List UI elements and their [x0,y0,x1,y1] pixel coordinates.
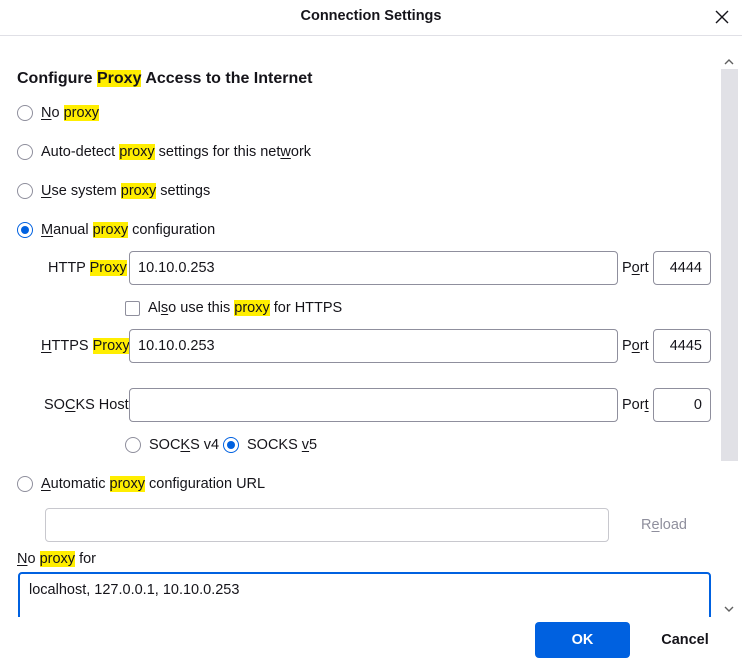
radio-label: Auto-detect proxy settings for this netw… [41,144,312,160]
radio-auto-url[interactable]: Automatic proxy configuration URL [17,473,265,495]
radio-button[interactable] [17,183,33,199]
radio-use-system[interactable]: Use system proxy settings [17,180,210,202]
http-proxy-input[interactable]: 10.10.0.253 [129,251,618,285]
https-port-input[interactable]: 4445 [653,329,711,363]
scroll-thumb[interactable] [721,69,738,461]
http-port-input[interactable]: 4444 [653,251,711,285]
https-proxy-label: HTTPS Proxy [41,338,130,354]
reload-button[interactable]: Reload [641,517,687,533]
http-port-label: Port [622,260,649,276]
cancel-button[interactable]: Cancel [641,622,729,658]
http-proxy-label: HTTP Proxy [48,260,127,276]
radio-button-checked[interactable] [17,222,33,238]
dialog-content: Configure Proxy Access to the Internet N… [0,37,720,617]
radio-label: Manual proxy configuration [41,222,216,238]
section-heading: Configure Proxy Access to the Internet [17,70,313,87]
radio-button-checked[interactable] [223,437,239,453]
no-proxy-for-textarea[interactable]: localhost, 127.0.0.1, 10.10.0.253 [18,572,711,617]
chevron-up-icon[interactable] [722,54,736,68]
radio-label: SOCKS v4 [149,437,220,453]
radio-auto-detect[interactable]: Auto-detect proxy settings for this netw… [17,141,311,163]
radio-button[interactable] [17,476,33,492]
chevron-down-icon[interactable] [722,602,736,616]
radio-button[interactable] [125,437,141,453]
checkbox-label: Also use this proxy for HTTPS [148,300,343,316]
radio-label: No proxy [41,105,100,121]
scrollbar[interactable] [720,37,742,617]
checkbox[interactable] [125,300,140,316]
radio-no-proxy[interactable]: No proxy [17,102,100,124]
socks-host-input[interactable] [129,388,618,422]
ok-button[interactable]: OK [535,622,630,658]
dialog-titlebar: Connection Settings [0,0,742,36]
radio-button[interactable] [17,105,33,121]
socks-port-input[interactable]: 0 [653,388,711,422]
radio-socks-v5[interactable]: SOCKS v5 [223,434,317,456]
radio-socks-v4[interactable]: SOCKS v4 [125,434,219,456]
socks-host-label: SOCKS Host [44,397,129,413]
radio-button[interactable] [17,144,33,160]
radio-label: SOCKS v5 [247,437,318,453]
https-port-label: Port [622,338,649,354]
no-proxy-for-label: No proxy for [17,551,96,567]
close-icon[interactable] [710,5,734,29]
socks-port-label: Port [622,397,649,413]
radio-manual[interactable]: Manual proxy configuration [17,219,215,241]
dialog-title: Connection Settings [300,8,442,24]
radio-label: Automatic proxy configuration URL [41,476,266,492]
https-proxy-input[interactable]: 10.10.0.253 [129,329,618,363]
radio-label: Use system proxy settings [41,183,211,199]
auto-url-input[interactable] [45,508,609,542]
checkbox-also-https[interactable]: Also use this proxy for HTTPS [125,297,342,319]
